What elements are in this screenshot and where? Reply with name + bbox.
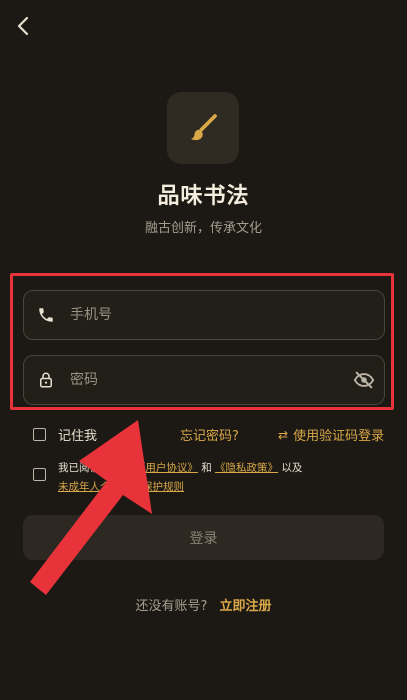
app-subtitle: 融古创新，传承文化: [144, 221, 262, 236]
back-button[interactable]: [12, 14, 36, 38]
register-row: 还没有账号? 立即注册: [0, 595, 407, 614]
agreement-prefix: 我已阅读并同意: [58, 462, 132, 474]
login-button[interactable]: 登录: [23, 515, 384, 560]
pointer-arrow-shape: [30, 420, 152, 595]
privacy-policy-link[interactable]: 《隐私政策》: [215, 462, 278, 474]
chevron-left-icon: [17, 16, 29, 36]
agreement-checkbox[interactable]: [33, 468, 46, 481]
remember-label: 记住我: [58, 429, 98, 444]
sms-login-link[interactable]: ⇄ 使用验证码登录: [278, 425, 385, 445]
minor-policy-link[interactable]: 未成年人个人信息保护规则: [58, 481, 184, 493]
agreement-text: 我已阅读并同意 《用户协议》 和 《隐私政策》 以及 未成年人个人信息保护规则: [58, 459, 348, 497]
register-link[interactable]: 立即注册: [220, 599, 272, 614]
agreement-row[interactable]: [33, 468, 46, 481]
forgot-password-link[interactable]: 忘记密码?: [180, 425, 239, 444]
user-agreement-link[interactable]: 《用户协议》: [135, 462, 198, 474]
remember-me[interactable]: 记住我: [33, 425, 97, 444]
app-logo: [167, 92, 239, 164]
highlight-box: [10, 273, 394, 410]
app-title: 品味书法: [157, 184, 250, 209]
agreement-also: 以及: [281, 462, 303, 474]
sms-login-label: 使用验证码登录: [293, 429, 385, 444]
register-question: 还没有账号?: [135, 599, 208, 614]
swap-icon: ⇄: [278, 427, 289, 442]
brush-icon: [191, 114, 217, 141]
remember-checkbox[interactable]: [33, 428, 46, 441]
agreement-and: 和: [201, 462, 212, 474]
